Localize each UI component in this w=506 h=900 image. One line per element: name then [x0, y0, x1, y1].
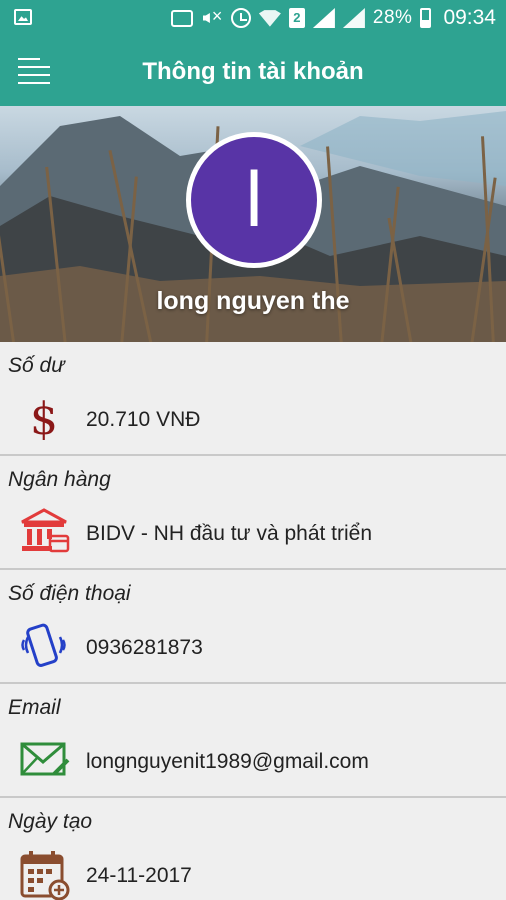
- section-created-date: Ngày tạo 24-11-2017: [0, 798, 506, 900]
- section-value: 20.710 VNĐ: [86, 408, 201, 431]
- clock: 09:34: [443, 6, 496, 29]
- battery-icon: [420, 8, 432, 28]
- signal-icon: [313, 8, 335, 28]
- image-notification-icon: [14, 9, 32, 25]
- section-label: Số dư: [8, 354, 65, 377]
- section-value: BIDV - NH đầu tư và phát triển: [86, 522, 373, 545]
- battery-percent: 28%: [372, 7, 413, 28]
- section-label: Ngày tạo: [8, 810, 93, 833]
- dollar-icon: $: [20, 394, 66, 445]
- section-bank: Ngân hàng BIDV - NH đầu tư và phát triển: [0, 456, 506, 570]
- avatar[interactable]: l: [186, 132, 322, 268]
- phone-vibrate-icon: [20, 622, 66, 668]
- section-label: Số điện thoại: [8, 582, 131, 605]
- bank-icon: [20, 508, 70, 554]
- status-bar: 2 28% 09:34: [0, 0, 506, 36]
- svg-text:$: $: [30, 394, 58, 440]
- sim-icon: 2: [288, 8, 305, 28]
- cast-icon: [170, 9, 193, 27]
- section-balance: Số dư $ 20.710 VNĐ: [0, 342, 506, 456]
- status-icons: 2 28% 09:34: [170, 0, 496, 36]
- section-phone: Số điện thoại 0936281873: [0, 570, 506, 684]
- mute-icon: [201, 6, 223, 28]
- signal-icon-2: [343, 8, 365, 28]
- section-value: 24-11-2017: [86, 864, 192, 887]
- section-label: Email: [8, 696, 61, 719]
- section-label: Ngân hàng: [8, 468, 111, 491]
- wifi-icon: [259, 9, 281, 27]
- calendar-add-icon: [20, 850, 70, 900]
- section-value: 0936281873: [86, 636, 203, 659]
- alarm-icon: [230, 8, 251, 28]
- section-email: Email longnguyenit1989@gmail.com: [0, 684, 506, 798]
- user-name: long nguyen the: [156, 287, 350, 315]
- email-icon: [20, 736, 70, 782]
- page-title: Thông tin tài khoản: [142, 58, 364, 85]
- app-bar: Thông tin tài khoản: [0, 36, 506, 106]
- section-value: longnguyenit1989@gmail.com: [86, 750, 369, 773]
